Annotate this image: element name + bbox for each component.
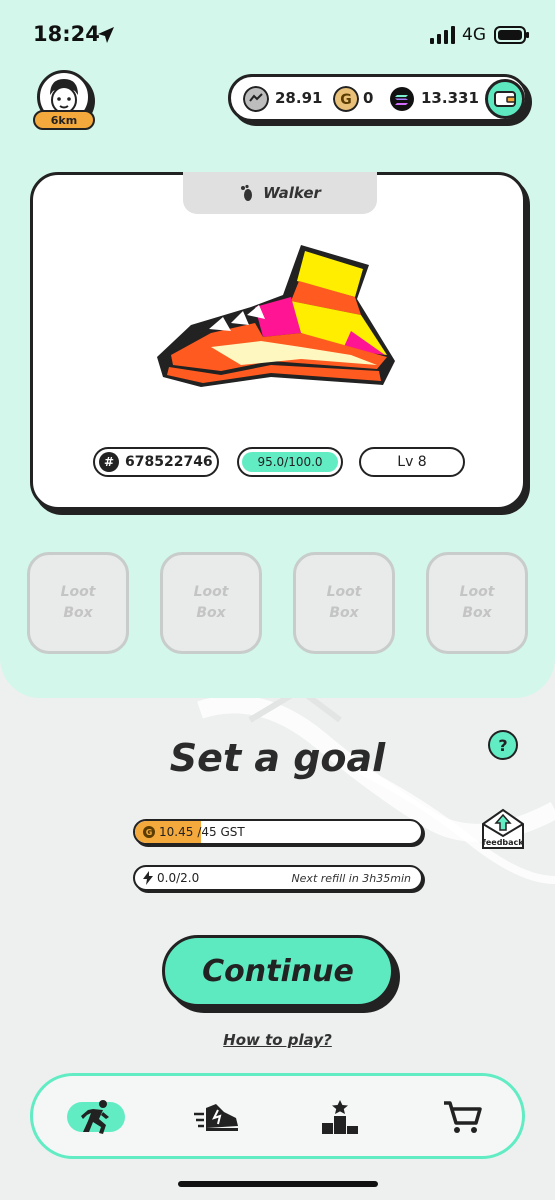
location-arrow-icon <box>98 27 114 43</box>
footprint-icon <box>241 184 253 201</box>
lootbox-label: Loot Box <box>326 584 362 621</box>
wallet-icon <box>494 91 516 107</box>
feedback-label: feedback <box>482 838 524 847</box>
lootbox-slot-3[interactable]: Loot Box <box>293 552 395 654</box>
lootbox-label: Loot Box <box>60 584 96 621</box>
lootbox-slot-4[interactable]: Loot Box <box>426 552 528 654</box>
durability-fill: 95.0/100.0 <box>242 452 338 472</box>
sneaker-level-pill: Lv 8 <box>359 447 465 477</box>
balance-bar: 28.91 G 0 13.331 <box>228 74 528 122</box>
status-bar: 18:24 4G <box>0 0 555 70</box>
gst-earned: 10.45 <box>159 825 194 839</box>
solana-token-icon <box>390 87 414 111</box>
gmt-balance: 28.91 <box>275 89 323 107</box>
sneaker-class-tab: Walker <box>183 172 377 214</box>
gst-balance: 0 <box>363 89 374 107</box>
how-to-play-link[interactable]: How to play? <box>0 1031 555 1049</box>
svg-text:G: G <box>340 92 352 108</box>
profile-avatar-button[interactable]: 6km <box>33 68 95 132</box>
tab-sneakers[interactable] <box>185 1094 247 1140</box>
wallet-button[interactable] <box>485 79 525 119</box>
sneaker-icon <box>194 1104 238 1131</box>
durability-value: 95.0/100.0 <box>257 455 323 469</box>
network-type: 4G <box>462 25 486 45</box>
lootbox-label: Loot Box <box>193 584 229 621</box>
home-indicator <box>178 1181 378 1187</box>
gst-token-icon: G <box>333 86 359 112</box>
leaderboard-icon <box>322 1100 358 1134</box>
gmt-token-icon <box>243 86 269 112</box>
sol-balance: 13.331 <box>421 89 479 107</box>
lootbox-slot-1[interactable]: Loot Box <box>27 552 129 654</box>
feedback-button[interactable]: feedback <box>480 806 526 852</box>
energy-refill-text: Next refill in 3h35min <box>291 872 411 885</box>
cellular-signal-icon <box>430 26 455 44</box>
sneaker-class-label: Walker <box>263 184 321 202</box>
lightning-icon <box>143 871 153 885</box>
status-time: 18:24 <box>33 22 100 46</box>
gst-progress-text: G 10.45/45 GST <box>143 825 245 839</box>
cart-icon <box>444 1101 482 1133</box>
tab-leaderboard[interactable] <box>309 1094 371 1140</box>
durability-bar: 95.0/100.0 <box>237 447 343 477</box>
energy-bar: 0.0/2.0 Next refill in 3h35min <box>133 865 423 891</box>
gst-cap: /45 GST <box>197 825 245 839</box>
battery-icon <box>494 26 529 44</box>
tab-shop[interactable] <box>431 1094 493 1140</box>
sneaker-id: 678522746 <box>125 454 213 470</box>
sneaker-id-pill: # 678522746 <box>93 447 219 477</box>
tab-run[interactable] <box>65 1094 127 1140</box>
continue-button[interactable]: Continue <box>162 935 394 1007</box>
lootbox-label: Loot Box <box>459 584 495 621</box>
run-icon <box>81 1100 109 1134</box>
sneaker-image <box>157 245 395 387</box>
sneaker-card[interactable]: Walker # 678522746 95.0/100.0 Lv 8 <box>30 172 526 510</box>
energy-status: 0.0/2.0 <box>143 871 199 885</box>
gst-mini-icon: G <box>143 826 155 838</box>
goal-title: Set a goal <box>169 736 386 780</box>
hash-icon: # <box>99 452 119 472</box>
distance-badge: 6km <box>33 110 95 130</box>
gst-progress-bar: G 10.45/45 GST <box>133 819 423 845</box>
bottom-tab-bar <box>30 1073 525 1159</box>
energy-value: 0.0/2.0 <box>157 871 200 885</box>
lootbox-slot-2[interactable]: Loot Box <box>160 552 262 654</box>
